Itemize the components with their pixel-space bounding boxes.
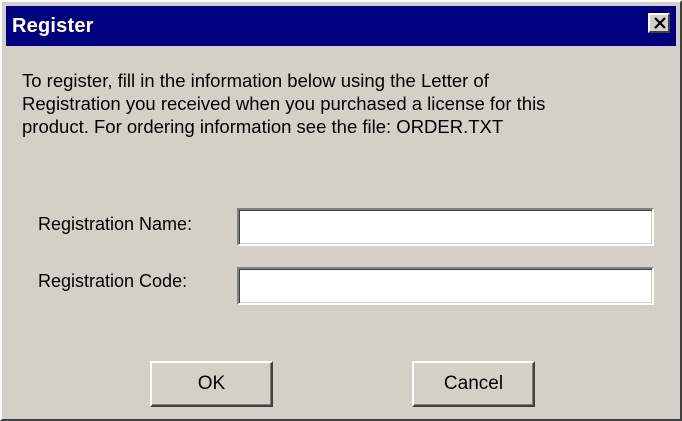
registration-instructions: To register, fill in the information bel… [22,69,662,138]
registration-code-label: Registration Code: [38,271,188,291]
registration-name-field-frame [237,208,656,246]
close-icon [654,17,666,29]
registration-code-input[interactable] [241,271,656,299]
instructions-line-3: product. For ordering information see th… [22,116,504,137]
registration-name-input[interactable] [241,212,656,240]
title-bar[interactable]: Register [6,6,676,46]
window-title: Register [12,15,94,37]
instructions-line-1: To register, fill in the information bel… [22,70,489,91]
ok-button[interactable]: OK [150,361,273,407]
instructions-line-2: Registration you received when you purch… [22,93,546,114]
close-button[interactable] [648,13,670,33]
registration-name-label: Registration Name: [38,214,193,234]
register-dialog: Register To register, fill in the inform… [0,0,682,421]
cancel-button[interactable]: Cancel [412,361,535,407]
registration-code-field-frame [237,267,656,305]
